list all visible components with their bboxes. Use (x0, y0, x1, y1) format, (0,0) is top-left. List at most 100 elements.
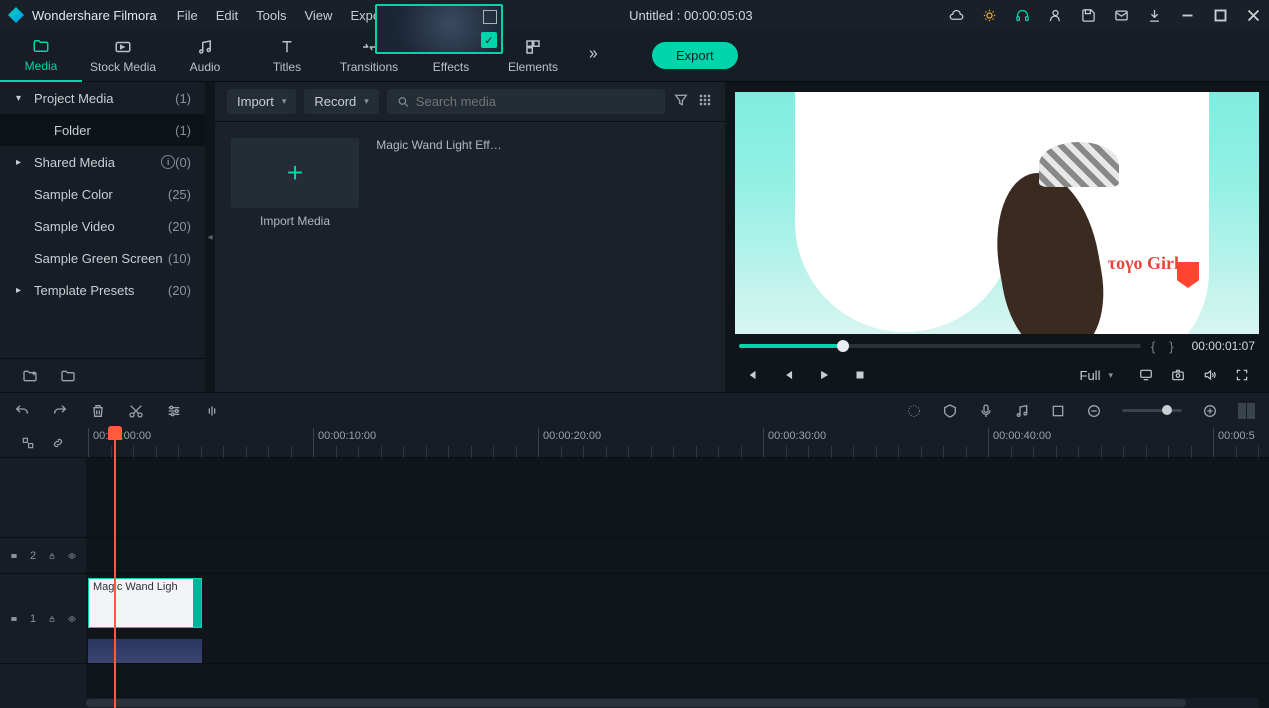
preview-viewport[interactable]: τογο Girl (735, 92, 1259, 334)
tab-stock-media[interactable]: Stock Media (82, 30, 164, 82)
timeline-tracks: 2 1 Magic Wand Ligh (0, 458, 1269, 708)
video-track-icon (10, 613, 18, 625)
timeline-toolbar (0, 392, 1269, 428)
app-logo (8, 7, 24, 23)
link-icon[interactable] (51, 436, 65, 450)
snapshot-icon[interactable] (1171, 368, 1185, 382)
record-dropdown[interactable]: Record▾ (304, 89, 378, 114)
search-input[interactable] (416, 94, 655, 109)
cloud-icon[interactable] (949, 8, 964, 23)
expand-icon[interactable] (483, 10, 497, 24)
info-icon[interactable]: i (161, 155, 175, 169)
fullscreen-icon[interactable] (1235, 368, 1249, 382)
audio-waveform[interactable] (88, 639, 202, 663)
lock-icon[interactable] (48, 550, 56, 562)
step-back-icon[interactable] (781, 368, 795, 382)
mark-out-icon[interactable]: } (1169, 339, 1173, 354)
sidebar-item-project-media[interactable]: ▾ Project Media (1) (0, 82, 205, 114)
stop-icon[interactable] (853, 368, 867, 382)
fit-icon[interactable] (21, 436, 35, 450)
sidebar-item-template-presets[interactable]: ▸ Template Presets (20) (0, 274, 205, 306)
close-button[interactable] (1246, 8, 1261, 23)
preview-scrubber[interactable] (739, 344, 1141, 348)
video-track-icon (10, 550, 18, 562)
import-dropdown[interactable]: Import▾ (227, 89, 296, 114)
tracks-body[interactable]: Magic Wand Ligh (86, 458, 1269, 708)
voiceover-icon[interactable] (978, 403, 994, 419)
zoom-out-icon[interactable] (1086, 403, 1102, 419)
chevron-down-icon: ▾ (1108, 370, 1113, 381)
playhead[interactable] (114, 428, 116, 708)
menu-view[interactable]: View (304, 8, 332, 23)
tab-audio[interactable]: Audio (164, 30, 246, 82)
tab-elements[interactable]: Elements (492, 30, 574, 82)
app-name: Wondershare Filmora (32, 8, 157, 23)
eye-icon[interactable] (68, 613, 76, 625)
menu-file[interactable]: File (177, 8, 198, 23)
menu-edit[interactable]: Edit (216, 8, 238, 23)
display-icon[interactable] (1139, 368, 1153, 382)
preview-graphic (979, 122, 1119, 334)
headphones-icon[interactable] (1015, 8, 1030, 23)
play-icon[interactable] (817, 368, 831, 382)
folder-icon[interactable] (60, 368, 76, 384)
audio-wave-icon[interactable] (204, 403, 220, 419)
sidebar-collapse-handle[interactable]: ◂ (205, 82, 215, 392)
marker-icon[interactable] (942, 403, 958, 419)
tab-titles[interactable]: Titles (246, 30, 328, 82)
music-icon[interactable] (1014, 403, 1030, 419)
sidebar-item-shared-media[interactable]: ▸ Shared Media i (0) (0, 146, 205, 178)
save-icon[interactable] (1081, 8, 1096, 23)
track-header-2[interactable]: 2 (0, 538, 86, 574)
track-header-1[interactable]: 1 (0, 574, 86, 664)
prev-frame-icon[interactable] (745, 368, 759, 382)
scrollbar-thumb[interactable] (86, 699, 1186, 707)
timeline-view-toggle[interactable] (1238, 403, 1255, 419)
zoom-in-icon[interactable] (1202, 403, 1218, 419)
mail-icon[interactable] (1114, 8, 1129, 23)
lightbulb-icon[interactable] (982, 8, 997, 23)
user-icon[interactable] (1048, 8, 1063, 23)
lock-icon[interactable] (48, 613, 56, 625)
delete-icon[interactable] (90, 403, 106, 419)
media-toolbar: Import▾ Record▾ (215, 82, 725, 122)
media-clip-tile[interactable]: ✓ Magic Wand Light Eff… (375, 138, 503, 152)
mark-in-icon[interactable]: { (1151, 339, 1155, 354)
search-box[interactable] (387, 89, 665, 114)
elements-icon (524, 38, 542, 56)
crop-icon[interactable] (1050, 403, 1066, 419)
preview-panel: τογο Girl { } 00:00:01:07 Ful (725, 82, 1269, 392)
sidebar-item-sample-video[interactable]: Sample Video (20) (0, 210, 205, 242)
sidebar: ▾ Project Media (1) Folder (1) ▸ Shared … (0, 82, 205, 392)
download-icon[interactable] (1147, 8, 1162, 23)
sidebar-item-sample-color[interactable]: Sample Color (25) (0, 178, 205, 210)
adjust-icon[interactable] (166, 403, 182, 419)
cut-icon[interactable] (128, 403, 144, 419)
quality-select[interactable]: Full ▾ (1072, 365, 1121, 386)
timeline-clip[interactable]: Magic Wand Ligh (88, 578, 202, 628)
volume-icon[interactable] (1203, 368, 1217, 382)
redo-icon[interactable] (52, 403, 68, 419)
preview-timecode: 00:00:01:07 (1192, 339, 1255, 353)
new-folder-icon[interactable] (22, 368, 38, 384)
minimize-button[interactable] (1180, 8, 1195, 23)
tabs-expand-icon[interactable] (584, 47, 602, 64)
zoom-handle[interactable] (1162, 405, 1172, 415)
sidebar-item-folder[interactable]: Folder (1) (0, 114, 205, 146)
grid-view-icon[interactable] (697, 92, 713, 111)
sidebar-bottom-toolbar (0, 358, 205, 392)
filter-icon[interactable] (673, 92, 689, 111)
timeline-ruler[interactable]: 00:00:00:0000:00:10:0000:00:20:0000:00:3… (0, 428, 1269, 458)
sidebar-item-sample-green-screen[interactable]: Sample Green Screen (10) (0, 242, 205, 274)
scrubber-handle[interactable] (837, 340, 849, 352)
zoom-slider[interactable] (1122, 409, 1182, 412)
menu-tools[interactable]: Tools (256, 8, 286, 23)
chevron-down-icon: ▾ (364, 96, 369, 107)
render-icon[interactable] (906, 403, 922, 419)
maximize-button[interactable] (1213, 8, 1228, 23)
export-button[interactable]: Export (652, 42, 738, 69)
eye-icon[interactable] (68, 550, 76, 562)
import-media-tile[interactable]: + Import Media (231, 138, 359, 228)
tab-media[interactable]: Media (0, 30, 82, 82)
undo-icon[interactable] (14, 403, 30, 419)
